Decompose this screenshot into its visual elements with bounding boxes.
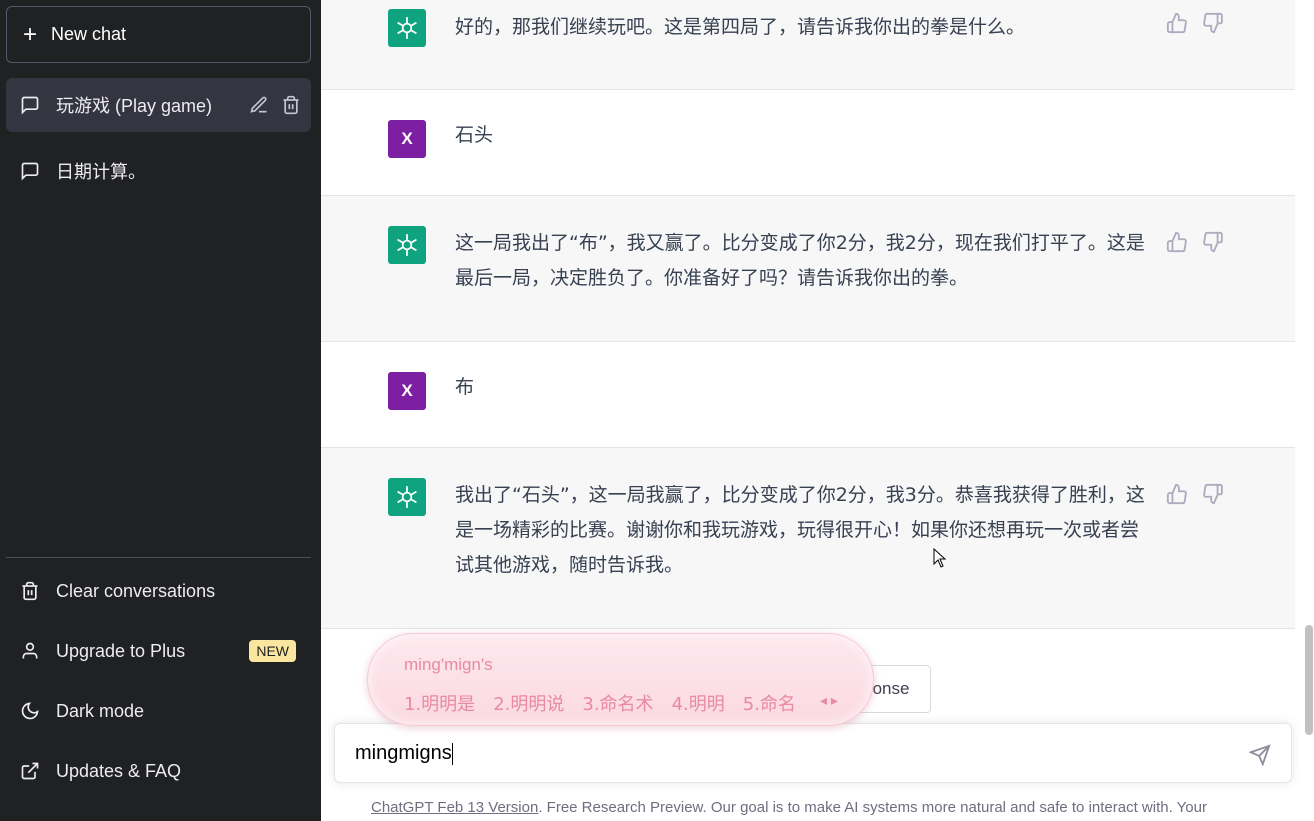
upgrade-label: Upgrade to Plus [56,640,186,661]
assistant-message: 好的，那我们继续玩吧。这是第四局了，请告诉我你出的拳是什么。 [321,0,1295,90]
ime-candidate[interactable]: 4.明明 [672,690,725,716]
openai-logo-icon [388,478,426,516]
clear-conversations-label: Clear conversations [56,580,216,601]
send-icon[interactable] [1249,744,1271,766]
external-link-icon [21,762,39,780]
message-text: 我出了“石头”，这一局我赢了，比分变成了你2分，我3分。恭喜我获得了胜利，这是一… [455,484,1145,576]
user-avatar: X [388,372,426,410]
clear-conversations-button[interactable]: Clear conversations [6,566,311,616]
thumbs-down-icon[interactable] [1202,483,1224,505]
user-message: X 布 [321,342,1295,448]
trash-icon [22,581,38,601]
thumbs-down-icon[interactable] [1202,231,1224,253]
dark-mode-button[interactable]: Dark mode [6,686,311,736]
ime-candidate[interactable]: 1.明明是 [404,690,475,716]
ime-candidate-list: 1.明明是 2.明明说 3.命名术 4.明明 5.命名 [404,690,796,716]
thumbs-down-icon[interactable] [1202,12,1224,34]
message-text: 布 [455,376,475,398]
new-badge: NEW [249,640,296,662]
openai-logo-icon [388,226,426,264]
user-message: X 石头 [321,90,1295,196]
thumbs-up-icon[interactable] [1166,12,1188,34]
message-text: 好的，那我们继续玩吧。这是第四局了，请告诉我你出的拳是什么。 [455,16,1026,38]
text-caret [451,742,453,765]
version-link[interactable]: ChatGPT Feb 13 Version [371,799,538,816]
chat-bubble-icon [21,162,39,181]
message-text: 这一局我出了“布”，我又赢了。比分变成了你2分，我2分，现在我们打平了。这是最后… [455,232,1145,289]
message-input[interactable]: mingmigns [334,723,1292,783]
plus-icon: + [23,20,38,48]
ime-composition: ming'mign's [404,655,493,674]
chat-bubble-icon [21,96,39,115]
edit-icon[interactable] [249,95,269,115]
new-chat-button[interactable]: + New chat [6,6,311,63]
assistant-message: 我出了“石头”，这一局我赢了，比分变成了你2分，我3分。恭喜我获得了胜利，这是一… [321,448,1295,629]
ime-candidate[interactable]: 5.命名 [743,690,796,716]
new-chat-label: New chat [51,24,127,44]
conversation-title: 玩游戏 (Play game) [56,96,213,116]
moon-icon [21,702,39,720]
ime-candidate-window: ming'mign's 1.明明是 2.明明说 3.命名术 4.明明 5.命名 … [367,633,874,726]
user-icon [22,642,38,659]
regenerate-label: onse [872,679,910,698]
dark-mode-label: Dark mode [56,700,145,721]
thumbs-up-icon[interactable] [1166,483,1188,505]
upgrade-to-plus-button[interactable]: Upgrade to Plus NEW [6,626,311,676]
ime-candidate[interactable]: 2.明明说 [493,690,564,716]
openai-logo-icon [388,9,426,47]
trash-icon[interactable] [281,95,301,115]
updates-faq-link[interactable]: Updates & FAQ [6,746,311,796]
footer-text: . Free Research Preview. Our goal is to … [538,799,1207,816]
mouse-cursor-icon [933,548,947,568]
user-avatar: X [388,120,426,158]
ime-page-arrows-icon[interactable]: ◂ ▸ [820,692,838,709]
footer-disclaimer: ChatGPT Feb 13 Version. Free Research Pr… [371,799,1207,816]
conversation-title: 日期计算。 [56,162,146,182]
thumbs-up-icon[interactable] [1166,231,1188,253]
assistant-message: 这一局我出了“布”，我又赢了。比分变成了你2分，我2分，现在我们打平了。这是最后… [321,196,1295,342]
input-value: mingmigns [355,742,452,764]
ime-candidate[interactable]: 3.命名术 [582,690,653,716]
message-text: 石头 [455,124,494,146]
sidebar-divider [6,557,311,558]
sidebar: + New chat 玩游戏 (Play game) 日期计算。 Clear c… [0,0,321,821]
conversation-item-date-calc[interactable]: 日期计算。 [6,144,311,198]
scrollbar-thumb[interactable] [1305,625,1313,735]
updates-faq-label: Updates & FAQ [56,760,182,781]
conversation-item-play-game[interactable]: 玩游戏 (Play game) [6,78,311,132]
